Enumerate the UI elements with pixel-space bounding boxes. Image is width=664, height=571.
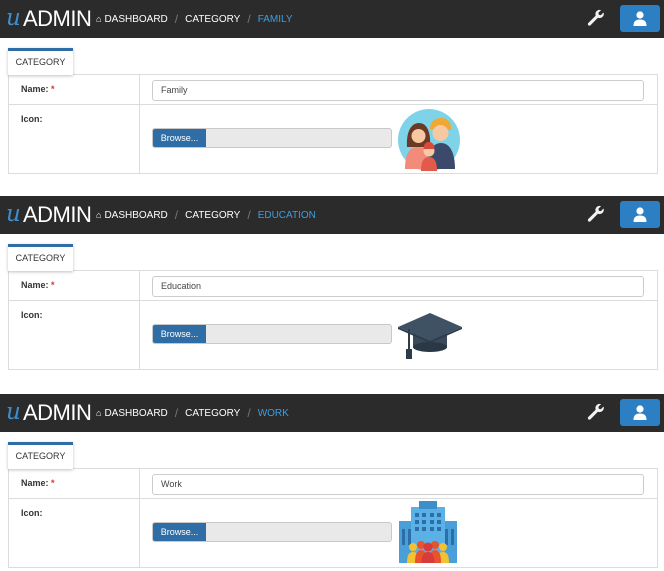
name-input[interactable]: Education: [152, 276, 644, 297]
name-label: Name: *: [21, 84, 55, 94]
office-building-icon: [399, 501, 457, 563]
user-icon: [633, 11, 647, 26]
tab-category[interactable]: CATEGORY: [8, 48, 73, 75]
required-marker: *: [51, 280, 55, 290]
logo-u: u: [6, 5, 21, 31]
column-divider: [139, 499, 140, 567]
column-divider: [139, 271, 140, 300]
breadcrumb-current: EDUCATION: [257, 209, 316, 221]
column-divider: [139, 75, 140, 104]
user-icon: [633, 405, 647, 420]
name-input[interactable]: Family: [152, 80, 644, 101]
browse-button[interactable]: Browse...: [153, 129, 206, 147]
breadcrumb-dashboard[interactable]: DASHBOARD: [104, 14, 167, 25]
wrench-icon[interactable]: [586, 204, 606, 224]
category-form: Name: * Education Icon: Browse...: [8, 270, 658, 370]
category-form: Name: * Family Icon: Browse...: [8, 74, 658, 174]
breadcrumb-separator: /: [247, 406, 251, 420]
file-input[interactable]: Browse...: [152, 324, 392, 344]
breadcrumb: ⌂ DASHBOARD / CATEGORY / WORK: [96, 406, 289, 420]
name-label-text: Name:: [21, 84, 49, 94]
logo-admin: ADMIN: [23, 6, 92, 31]
category-edit-panel-work: u ADMIN ⌂ DASHBOARD / CATEGORY / WORK CA…: [0, 394, 664, 568]
category-edit-panel-education: u ADMIN ⌂ DASHBOARD / CATEGORY / EDUCATI…: [0, 196, 664, 370]
logo-u: u: [6, 201, 21, 227]
breadcrumb-category[interactable]: CATEGORY: [185, 14, 240, 25]
logo-admin: ADMIN: [23, 400, 92, 425]
user-menu-button[interactable]: [620, 201, 660, 228]
breadcrumb-dashboard[interactable]: DASHBOARD: [104, 408, 167, 419]
breadcrumb-separator: /: [174, 406, 179, 420]
breadcrumb: ⌂ DASHBOARD / CATEGORY / FAMILY: [96, 12, 293, 26]
home-icon: ⌂: [96, 210, 102, 220]
home-icon: ⌂: [96, 14, 102, 24]
name-row: Name: * Family: [9, 75, 657, 105]
user-menu-button[interactable]: [620, 5, 660, 32]
breadcrumb-current: WORK: [257, 407, 289, 419]
top-navbar: u ADMIN ⌂ DASHBOARD / CATEGORY / FAMILY: [0, 0, 664, 38]
name-row: Name: * Work: [9, 469, 657, 499]
graduation-cap-icon: [398, 313, 462, 359]
required-marker: *: [51, 478, 55, 488]
browse-button[interactable]: Browse...: [153, 325, 206, 343]
browse-button[interactable]: Browse...: [153, 523, 206, 541]
file-input[interactable]: Browse...: [152, 522, 392, 542]
name-label: Name: *: [21, 478, 55, 488]
category-form: Name: * Work Icon: Browse...: [8, 468, 658, 568]
column-divider: [139, 301, 140, 369]
wrench-icon[interactable]: [586, 402, 606, 422]
user-icon: [633, 207, 647, 222]
logo-admin: ADMIN: [23, 202, 92, 227]
icon-row: Icon: Browse...: [9, 499, 657, 567]
top-navbar: u ADMIN ⌂ DASHBOARD / CATEGORY / WORK: [0, 394, 664, 432]
breadcrumb-separator: /: [174, 208, 179, 222]
name-row: Name: * Education: [9, 271, 657, 301]
file-input[interactable]: Browse...: [152, 128, 392, 148]
icon-row: Icon: Browse...: [9, 301, 657, 369]
breadcrumb-separator: /: [247, 12, 251, 26]
tab-category[interactable]: CATEGORY: [8, 244, 73, 271]
name-input[interactable]: Work: [152, 474, 644, 495]
logo-u: u: [6, 399, 21, 425]
wrench-icon[interactable]: [586, 8, 606, 28]
top-navbar: u ADMIN ⌂ DASHBOARD / CATEGORY / EDUCATI…: [0, 196, 664, 234]
name-label: Name: *: [21, 280, 55, 290]
user-menu-button[interactable]: [620, 399, 660, 426]
tab-category[interactable]: CATEGORY: [8, 442, 73, 469]
breadcrumb: ⌂ DASHBOARD / CATEGORY / EDUCATION: [96, 208, 316, 222]
name-label-text: Name:: [21, 280, 49, 290]
icon-label: Icon:: [21, 508, 43, 518]
column-divider: [139, 469, 140, 498]
icon-row: Icon: Browse...: [9, 105, 657, 173]
breadcrumb-category[interactable]: CATEGORY: [185, 408, 240, 419]
name-label-text: Name:: [21, 478, 49, 488]
required-marker: *: [51, 84, 55, 94]
breadcrumb-dashboard[interactable]: DASHBOARD: [104, 210, 167, 221]
breadcrumb-separator: /: [174, 12, 179, 26]
breadcrumb-current: FAMILY: [257, 13, 293, 25]
column-divider: [139, 105, 140, 173]
icon-label: Icon:: [21, 310, 43, 320]
icon-label: Icon:: [21, 114, 43, 124]
category-edit-panel-family: u ADMIN ⌂ DASHBOARD / CATEGORY / FAMILY …: [0, 0, 664, 174]
breadcrumb-separator: /: [247, 208, 251, 222]
breadcrumb-category[interactable]: CATEGORY: [185, 210, 240, 221]
home-icon: ⌂: [96, 408, 102, 418]
family-icon: [398, 109, 460, 171]
